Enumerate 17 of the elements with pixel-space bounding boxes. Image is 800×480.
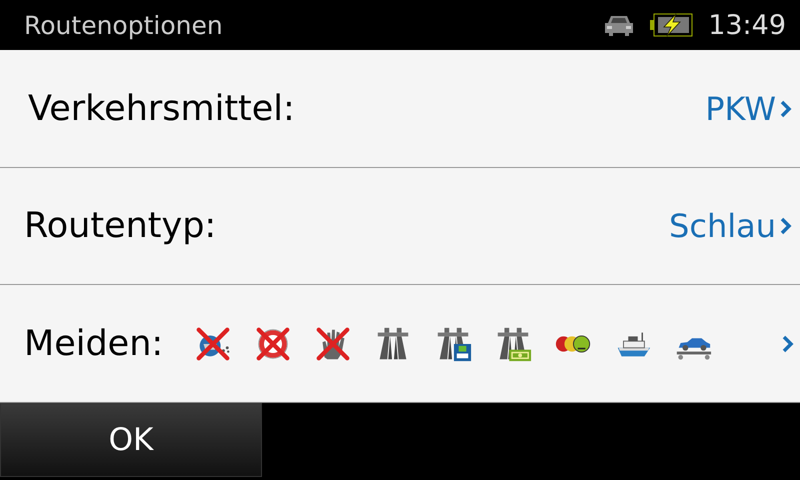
avoid-row[interactable]: Meiden:: [0, 285, 800, 403]
option-value: Schlau: [669, 207, 776, 245]
option-label: Routentyp:: [24, 206, 218, 246]
chevron-icon: [780, 216, 792, 236]
chevron-icon: [782, 334, 794, 354]
screen-title: Routenoptionen: [24, 10, 224, 40]
hand-icon[interactable]: [314, 324, 352, 362]
option-row[interactable]: Routentyp: Schlau: [0, 168, 800, 285]
clock: 13:49: [708, 10, 786, 40]
option-label: Verkehrsmittel:: [28, 88, 296, 128]
option-value: PKW: [705, 90, 776, 128]
ring-sign-icon[interactable]: [254, 324, 292, 362]
exhaust-car-icon[interactable]: [194, 324, 232, 362]
avoid-label: Meiden:: [24, 324, 164, 364]
chevron-icon: [780, 98, 792, 118]
option-row[interactable]: Verkehrsmittel: PKW: [0, 50, 800, 168]
ok-button[interactable]: OK: [0, 403, 262, 477]
